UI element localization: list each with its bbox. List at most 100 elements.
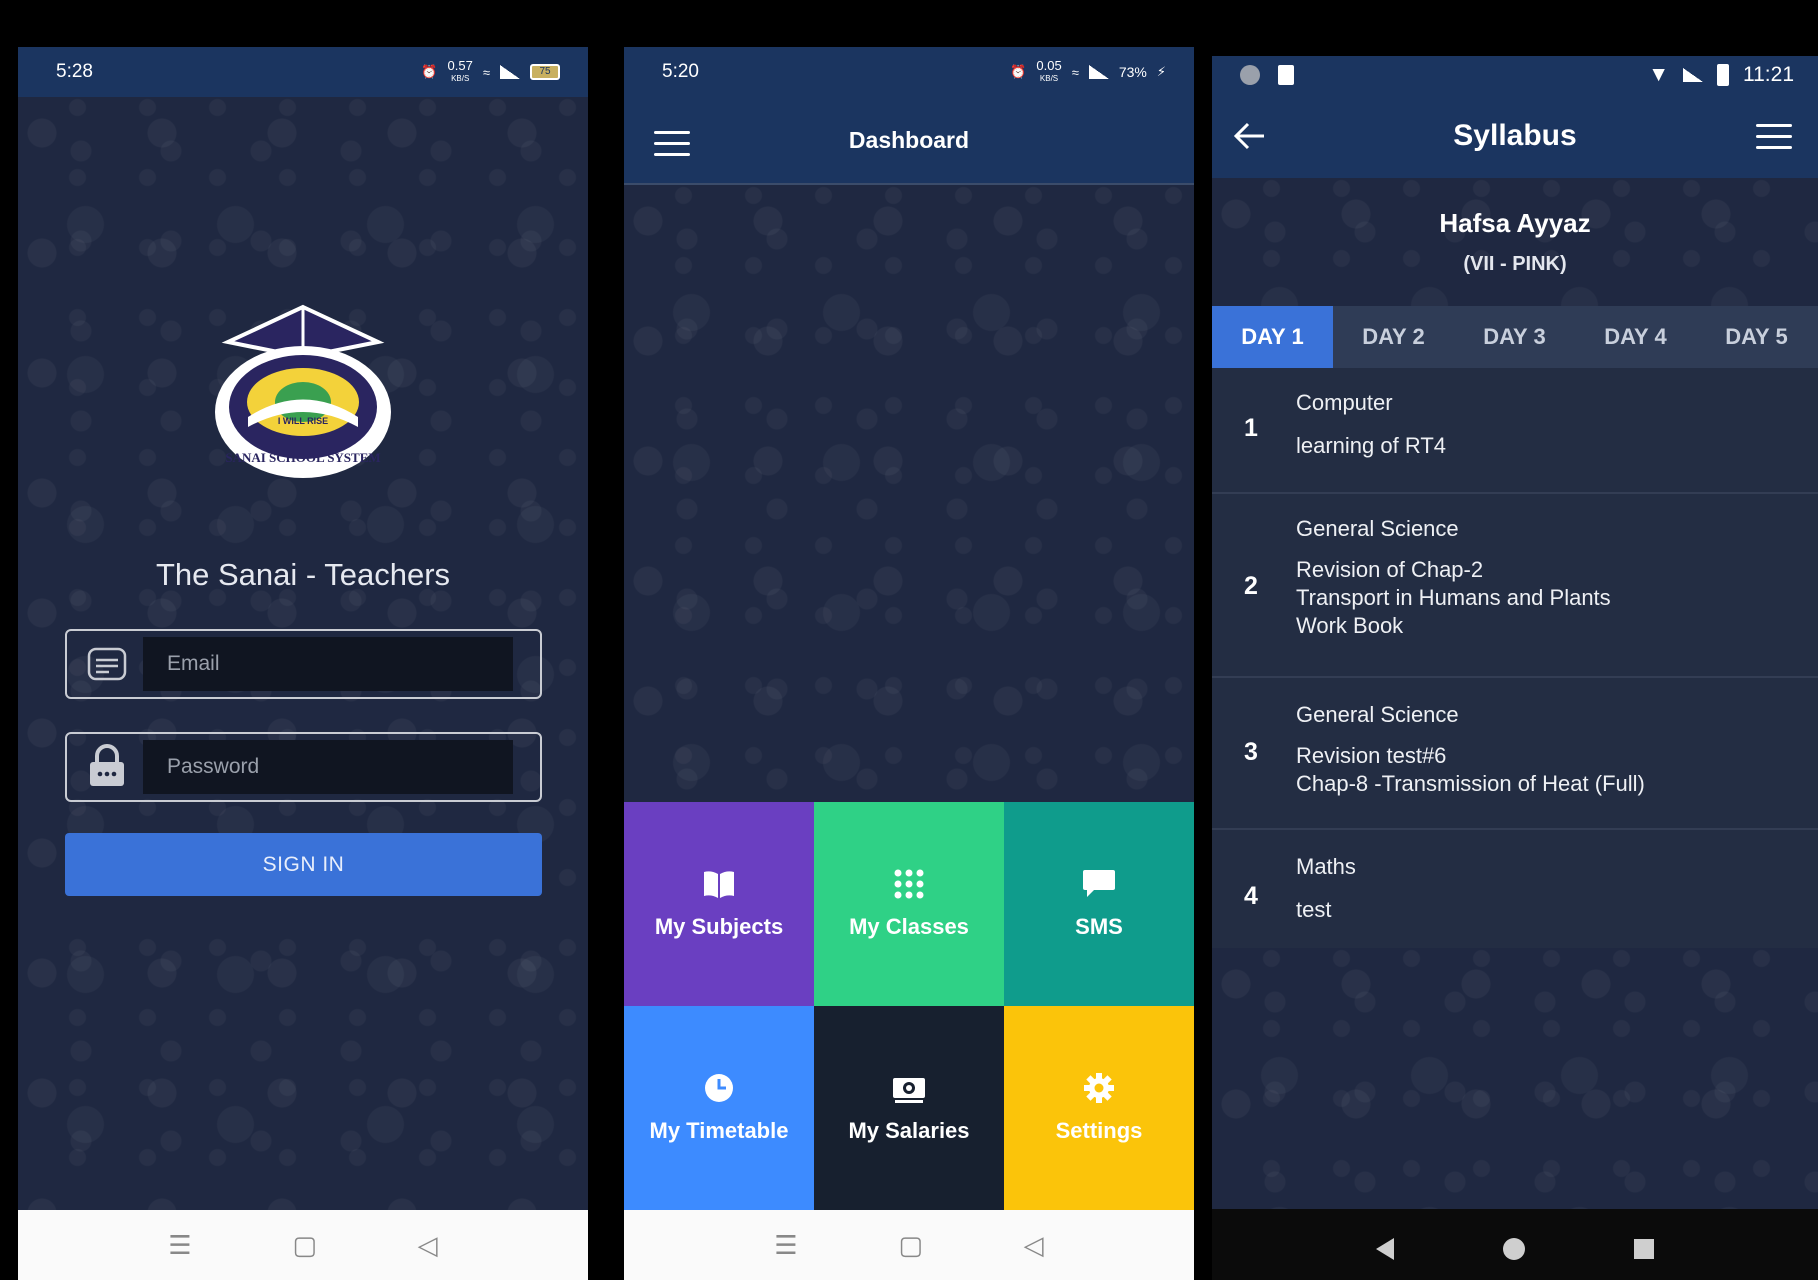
home-nav-icon[interactable]: ▢ (898, 1230, 923, 1261)
email-field[interactable] (65, 629, 542, 699)
item-number: 3 (1244, 738, 1258, 766)
nav-bar (1212, 1209, 1818, 1280)
sd-card-icon (1278, 65, 1294, 85)
item-subject: Computer (1296, 390, 1393, 415)
network-speed-value: 0.57 (447, 58, 473, 73)
status-time: 5:20 (662, 61, 699, 82)
logo-text-bottom: SANAI SCHOOL SYSTEM (225, 450, 380, 465)
money-icon (893, 1078, 925, 1103)
recents-nav-icon[interactable] (1633, 1239, 1654, 1259)
tile-label: Settings (1055, 1118, 1143, 1143)
tile-label: My Salaries (848, 1118, 970, 1143)
status-bar: ▼ 11:21 (1212, 56, 1818, 94)
dashboard-screen: 5:20 ⏰ 0.05 KB/S ≈ 73% ⚡ Dashboard My Su… (624, 47, 1194, 1280)
detail-line: test (1296, 897, 1332, 922)
page-title: Syllabus (1453, 119, 1577, 152)
list-item[interactable]: 2 General Science Revision of Chap-2 Tra… (1212, 494, 1818, 678)
detail-line: Revision test#6 (1296, 743, 1447, 768)
tab-day-2[interactable]: DAY 2 (1333, 306, 1454, 368)
list-item[interactable]: 3 General Science Revision test#6 Chap-8… (1212, 678, 1818, 830)
nav-bar: ☰ ▢ ◁ (624, 1210, 1194, 1280)
network-speed: 0.57 KB/S (447, 58, 473, 84)
list-item[interactable]: 1 Computer learning of RT4 (1212, 368, 1818, 494)
list-item[interactable]: 4 Maths test (1212, 830, 1818, 948)
item-detail: learning of RT4 (1296, 432, 1446, 460)
status-bar: 5:28 ⏰ 0.57 KB/S ≈ 75 (18, 47, 588, 97)
home-nav-icon[interactable]: ▢ (292, 1230, 317, 1261)
back-nav-icon[interactable]: ◁ (1024, 1230, 1044, 1261)
app-title: The Sanai - Teachers (155, 557, 451, 592)
tile-my-salaries[interactable]: My Salaries (814, 1006, 1004, 1210)
gear-icon (1084, 1073, 1114, 1103)
syllabus-list: 1 Computer learning of RT4 2 General Sci… (1212, 368, 1818, 948)
battery-icon: 75 (530, 64, 560, 80)
item-detail: Revision of Chap-2 Transport in Humans a… (1296, 556, 1611, 640)
battery-level: 75 (539, 66, 551, 77)
network-speed-value: 0.05 (1036, 58, 1062, 73)
tile-label: SMS (1075, 914, 1123, 939)
battery-icon (1717, 64, 1729, 86)
tile-my-classes[interactable]: My Classes (814, 802, 1004, 1006)
tile-label: My Subjects (654, 914, 784, 939)
alarm-icon: ⏰ (421, 64, 438, 79)
back-nav-icon[interactable] (1376, 1238, 1395, 1260)
menu-icon[interactable] (654, 131, 690, 157)
password-input[interactable] (143, 740, 513, 794)
day-tabs: DAY 1 DAY 2 DAY 3 DAY 4 DAY 5 (1212, 306, 1818, 368)
record-icon (1240, 65, 1260, 85)
status-bar: 5:20 ⏰ 0.05 KB/S ≈ 73% ⚡ (624, 47, 1194, 97)
network-speed-unit: KB/S (1039, 74, 1059, 83)
tile-my-timetable[interactable]: My Timetable (624, 1006, 814, 1210)
login-screen: 5:28 ⏰ 0.57 KB/S ≈ 75 I WILL RISE SANAI … (18, 47, 588, 1280)
home-nav-icon[interactable] (1502, 1238, 1525, 1260)
lock-icon (90, 744, 124, 786)
sign-in-button[interactable]: SIGN IN (65, 833, 542, 896)
background-pattern (1212, 948, 1818, 1209)
menu-nav-icon[interactable]: ☰ (168, 1230, 191, 1261)
student-class: (VII - PINK) (1463, 253, 1567, 275)
item-detail: test (1296, 896, 1331, 924)
item-subject: General Science (1296, 702, 1459, 727)
status-time: 5:28 (56, 61, 93, 82)
tile-sms[interactable]: SMS (1004, 802, 1194, 1006)
school-logo: I WILL RISE SANAI SCHOOL SYSTEM (215, 304, 391, 478)
student-header: Hafsa Ayyaz (VII - PINK) (1212, 208, 1818, 276)
item-number: 2 (1244, 572, 1258, 600)
logo-text-top: I WILL RISE (278, 416, 328, 426)
app-bar: Dashboard (624, 97, 1194, 185)
signal-icon (1088, 65, 1109, 79)
book-icon (704, 871, 734, 898)
app-bar: Syllabus (1212, 94, 1818, 178)
email-input[interactable] (143, 637, 513, 691)
tile-label: My Classes (849, 914, 969, 939)
tile-settings[interactable]: Settings (1004, 1006, 1194, 1210)
item-subject: Maths (1296, 854, 1356, 879)
tab-day-4[interactable]: DAY 4 (1575, 306, 1696, 368)
back-arrow-icon[interactable] (1232, 118, 1268, 154)
chat-icon (1083, 870, 1115, 897)
item-number: 1 (1244, 414, 1258, 442)
item-number: 4 (1244, 882, 1258, 910)
wifi-icon: ≈ (1071, 64, 1079, 80)
menu-icon[interactable] (1756, 124, 1792, 150)
student-name: Hafsa Ayyaz (1439, 208, 1591, 238)
item-subject: General Science (1296, 516, 1459, 541)
wifi-icon: ▼ (1648, 63, 1669, 86)
network-speed-unit: KB/S (451, 74, 470, 83)
tab-day-1[interactable]: DAY 1 (1212, 306, 1333, 368)
password-field[interactable] (65, 732, 542, 802)
tab-day-5[interactable]: DAY 5 (1696, 306, 1817, 368)
charging-icon: ⚡ (1156, 64, 1166, 79)
tile-my-subjects[interactable]: My Subjects (624, 802, 814, 1006)
detail-line: Revision of Chap-2 (1296, 557, 1484, 582)
signal-icon (500, 65, 520, 79)
detail-line: Chap-8 -Transmission of Heat (Full) (1296, 771, 1645, 796)
menu-nav-icon[interactable]: ☰ (774, 1230, 797, 1261)
tab-day-3[interactable]: DAY 3 (1454, 306, 1575, 368)
tile-label: My Timetable (649, 1118, 789, 1143)
detail-line: Transport in Humans and Plants (1296, 585, 1611, 610)
item-detail: Revision test#6 Chap-8 -Transmission of … (1296, 742, 1645, 798)
wifi-icon: ≈ (482, 64, 490, 80)
back-nav-icon[interactable]: ◁ (418, 1230, 438, 1261)
network-speed: 0.05 KB/S (1036, 58, 1062, 84)
